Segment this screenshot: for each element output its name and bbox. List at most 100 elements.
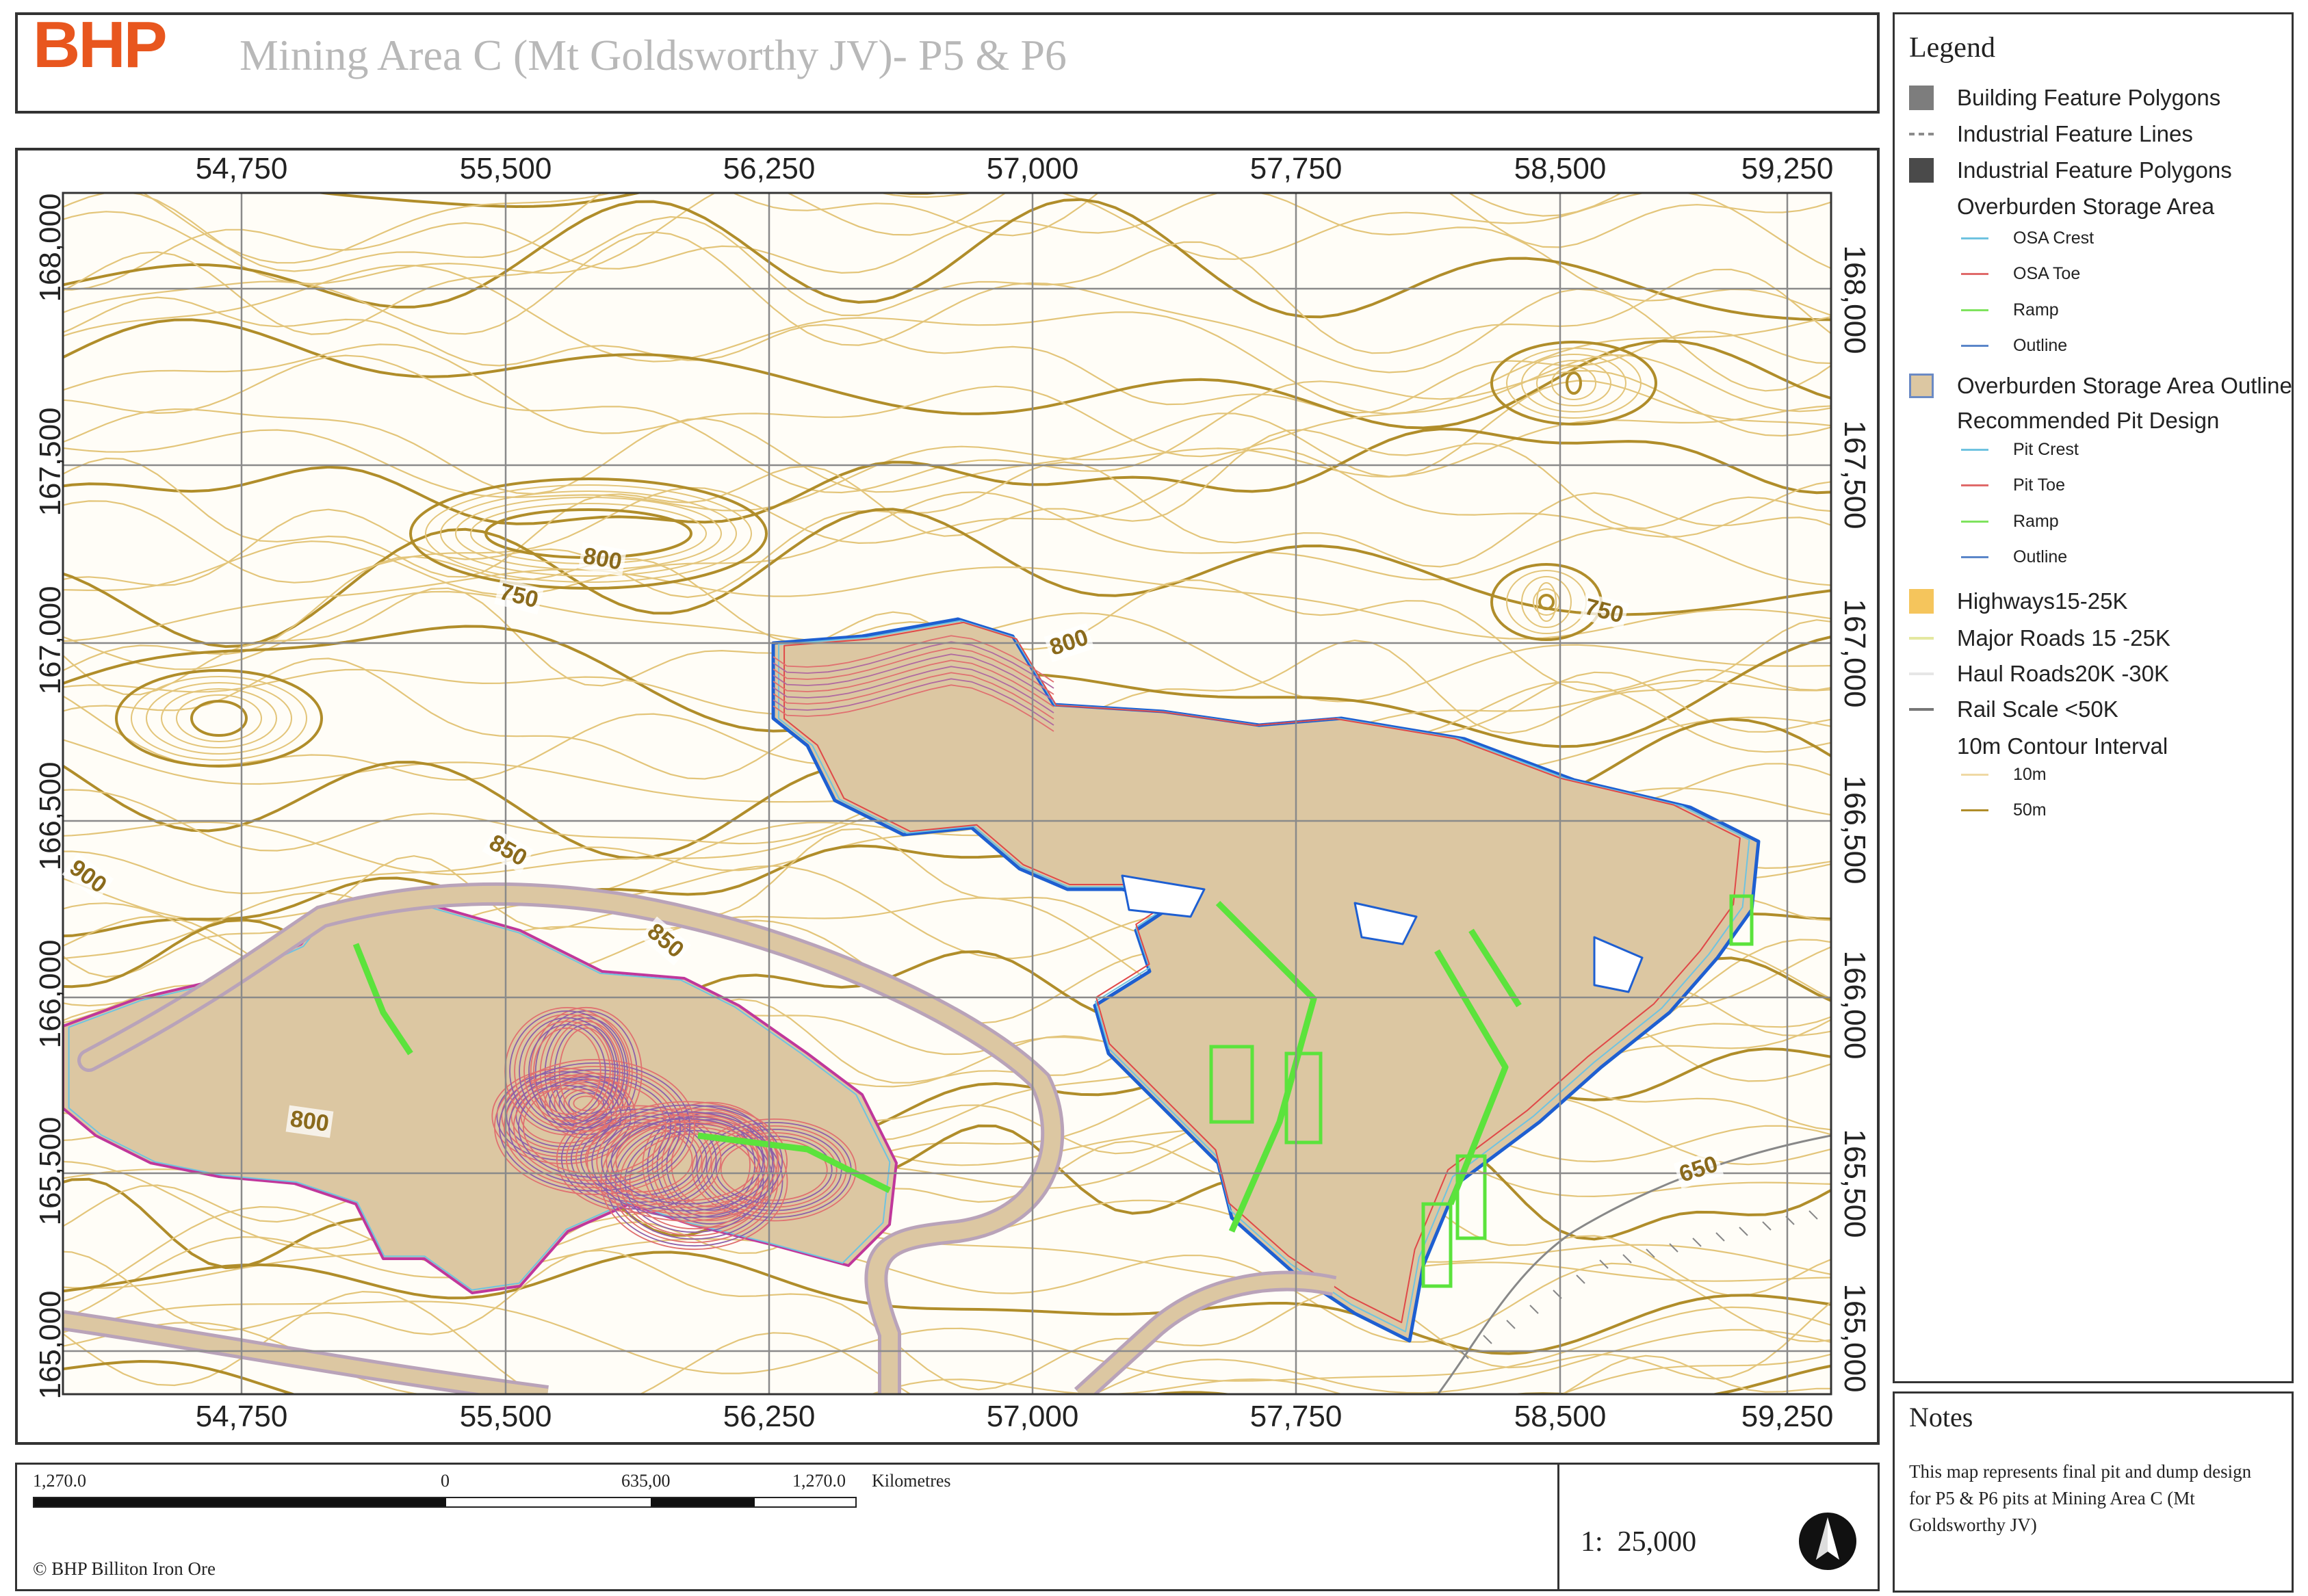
legend-item: Pit Toe	[1961, 475, 2065, 495]
legend-label: Pit Toe	[2013, 475, 2065, 495]
legend-swatch	[1909, 133, 1934, 135]
legend-label: Ramp	[2013, 300, 2059, 319]
legend-label: Outline	[2013, 336, 2068, 355]
legend-swatch	[1961, 449, 1988, 451]
legend-swatch	[1909, 158, 1934, 183]
y-tick-right: 166,000	[1838, 950, 1871, 1060]
y-tick-left: 167,500	[34, 407, 67, 516]
legend-swatch	[1961, 484, 1988, 486]
map-canvas[interactable]	[0, 0, 1885, 1450]
scale-divider	[1557, 1464, 1559, 1590]
legend-label: Pit Crest	[2013, 440, 2079, 459]
legend-swatch	[1961, 309, 1988, 311]
scale-bar-segment	[754, 1498, 856, 1506]
legend-item: Overburden Storage Area	[1957, 194, 2214, 220]
notes-title: Notes	[1909, 1402, 1973, 1433]
legend-item: Outline	[1961, 336, 2067, 356]
legend-item: Building Feature Polygons	[1909, 85, 2220, 111]
legend-swatch	[1909, 374, 1934, 398]
legend-item: Pit Crest	[1961, 440, 2079, 460]
legend-label: Overburden Storage Area	[1957, 194, 2215, 219]
legend-label: Industrial Feature Polygons	[1957, 157, 2232, 183]
legend-swatch	[1909, 86, 1934, 110]
legend-swatch	[1909, 637, 1934, 640]
legend-label: OSA Toe	[2013, 264, 2081, 283]
legend-label: Overburden Storage Area Outline	[1957, 373, 2292, 398]
legend-title: Legend	[1909, 32, 1995, 64]
x-tick-top: 57,000	[986, 152, 1079, 185]
scale-units: Kilometres	[872, 1471, 951, 1491]
legend-item: Haul Roads20K -30K	[1909, 661, 2169, 687]
scale-label: 0	[441, 1471, 450, 1491]
y-tick-right: 165,000	[1838, 1283, 1871, 1393]
x-tick-top: 54,750	[195, 152, 288, 185]
y-tick-right: 168,000	[1838, 245, 1871, 354]
legend-item: Major Roads 15 -25K	[1909, 625, 2170, 651]
legend-item: Highways15-25K	[1909, 588, 2127, 614]
notes-text: This map represents final pit and dump d…	[1909, 1461, 2252, 1536]
legend-swatch	[1961, 237, 1988, 239]
legend-swatch	[1961, 273, 1988, 275]
legend-label: Haul Roads20K -30K	[1957, 661, 2170, 686]
y-tick-right: 166,500	[1838, 775, 1871, 885]
x-tick-bottom: 55,500	[459, 1400, 552, 1433]
x-tick-bottom: 58,500	[1514, 1400, 1607, 1433]
x-tick-bottom: 59,250	[1741, 1400, 1834, 1433]
x-tick-top: 59,250	[1741, 152, 1834, 185]
y-tick-left: 168,000	[34, 193, 67, 302]
legend-item: Rail Scale <50K	[1909, 696, 2118, 722]
legend-item: Industrial Feature Polygons	[1909, 157, 2232, 183]
x-tick-bottom: 56,250	[723, 1400, 816, 1433]
scale-bar	[33, 1497, 857, 1508]
legend-label: OSA Crest	[2013, 228, 2095, 248]
legend-swatch	[1961, 521, 1988, 523]
scale-ratio-prefix: 1:	[1581, 1526, 1603, 1558]
scale-ratio: 1: 25,000	[1581, 1526, 1696, 1558]
legend-swatch	[1909, 708, 1934, 711]
scale-bar-segment	[34, 1498, 446, 1506]
legend-swatch	[1961, 345, 1988, 347]
legend-label: Major Roads 15 -25K	[1957, 625, 2170, 651]
scale-bar-segment	[651, 1498, 755, 1506]
legend-label: 10m Contour Interval	[1957, 733, 2168, 759]
x-tick-top: 55,500	[459, 152, 552, 185]
legend-item: OSA Crest	[1961, 228, 2094, 248]
legend-label: Highways15-25K	[1957, 588, 2128, 614]
y-tick-left: 166,500	[34, 761, 67, 871]
legend-swatch	[1961, 556, 1988, 558]
y-tick-left: 166,000	[34, 939, 67, 1049]
legend-item: 50m	[1961, 800, 2047, 820]
scale-label: 1,270.0	[792, 1471, 846, 1491]
y-tick-right: 165,500	[1838, 1129, 1871, 1238]
y-tick-right: 167,000	[1838, 599, 1871, 708]
legend-label: Rail Scale <50K	[1957, 696, 2118, 722]
north-arrow-icon	[1799, 1513, 1856, 1570]
legend-swatch	[1961, 774, 1988, 776]
x-tick-bottom: 57,750	[1249, 1400, 1343, 1433]
legend-label: Building Feature Polygons	[1957, 85, 2221, 110]
x-tick-top: 58,500	[1514, 152, 1607, 185]
legend-swatch	[1961, 809, 1988, 811]
legend-item: Outline	[1961, 547, 2067, 567]
legend-label: 10m	[2013, 765, 2047, 784]
legend-item: 10m	[1961, 765, 2047, 785]
legend-item: Overburden Storage Area Outline	[1909, 373, 2292, 399]
legend-label: 50m	[2013, 800, 2047, 820]
x-tick-bottom: 57,000	[986, 1400, 1079, 1433]
copyright: © BHP Billiton Iron Ore	[33, 1558, 216, 1579]
x-tick-bottom: 54,750	[195, 1400, 288, 1433]
legend-item: 10m Contour Interval	[1957, 733, 2168, 759]
legend-swatch	[1909, 672, 1934, 675]
scale-ratio-value: 25,000	[1617, 1526, 1697, 1558]
legend-label: Outline	[2013, 547, 2068, 566]
scale-bar-segment	[446, 1498, 651, 1506]
y-tick-right: 167,500	[1838, 420, 1871, 529]
scale-label: 635,00	[621, 1471, 671, 1491]
scale-label: 1,270.0	[33, 1471, 86, 1491]
legend-label: Industrial Feature Lines	[1957, 121, 2193, 146]
x-tick-top: 56,250	[723, 152, 816, 185]
legend-label: Recommended Pit Design	[1957, 408, 2220, 433]
y-tick-left: 165,000	[34, 1290, 67, 1400]
legend-swatch	[1909, 589, 1934, 614]
legend-item: Ramp	[1961, 512, 2059, 532]
